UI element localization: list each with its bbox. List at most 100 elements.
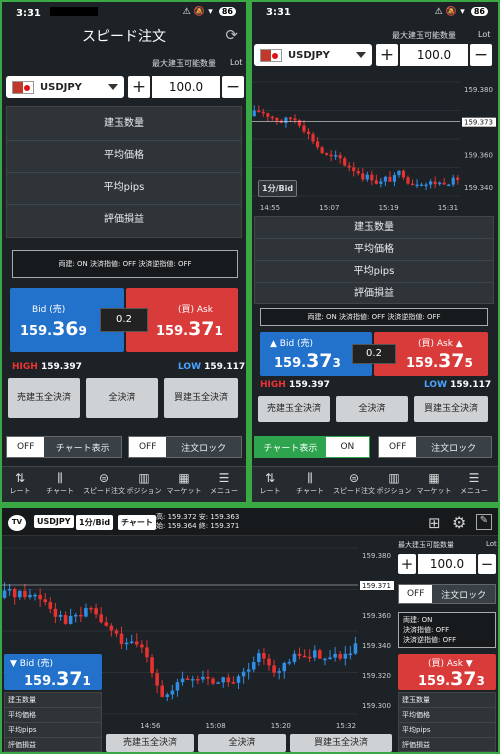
bid-sell-button[interactable]: ▼ Bid (売) 159.371	[4, 654, 102, 690]
settings-gear-icon[interactable]: ⚙	[452, 513, 466, 532]
nav-market[interactable]: ▦ マーケット	[416, 470, 452, 496]
close-all-button[interactable]: 全決済	[86, 378, 158, 418]
candle-body	[442, 182, 446, 185]
chart-display-toggle[interactable]: OFF チャート表示	[6, 436, 122, 458]
summary-row: 平均価格	[7, 145, 241, 173]
candle-body	[190, 679, 195, 681]
nav-market[interactable]: ▦ マーケット	[166, 470, 202, 496]
candle-body	[312, 650, 317, 658]
candle-body	[302, 125, 306, 132]
candle-body	[338, 653, 342, 659]
nav-position[interactable]: ▥ ポジション	[376, 470, 412, 496]
candle-body	[201, 676, 205, 680]
candle-body	[7, 589, 12, 591]
symbol-label: USDJPY	[288, 49, 330, 61]
usdjpy-flag-icon	[260, 48, 282, 62]
candle-body	[73, 614, 78, 617]
order-lock-toggle[interactable]: OFF 注文ロック	[128, 436, 242, 458]
qty-input[interactable]: 100.0	[152, 76, 220, 98]
layout-grid-icon[interactable]: ⊞	[428, 514, 441, 532]
close-all-sell-button[interactable]: 売建玉全決済	[258, 396, 330, 422]
nav-chart[interactable]: ⫼ チャート	[42, 470, 78, 496]
candle-body	[236, 676, 241, 683]
qty-input[interactable]: 100.0	[400, 44, 468, 66]
y-tick-label: 159.371	[362, 582, 391, 590]
chart-menu-button[interactable]: チャート	[118, 515, 156, 530]
x-tick-label: 14:55	[260, 204, 280, 212]
spread-value: 0.2	[352, 344, 396, 364]
y-tick-label: 159.380	[362, 552, 391, 560]
settings-note[interactable]: 両建: ON 決済指値: OFF 決済逆指値: OFF	[12, 250, 238, 278]
qty-minus-button[interactable]: −	[478, 554, 496, 574]
close-all-button[interactable]: 全決済	[198, 734, 286, 752]
status-bar: 3:31 ⚠ 🔕 ▾ 86	[252, 2, 498, 24]
settings-note[interactable]: 両建: ON 決済指値: OFF 決済逆指値: OFF	[260, 308, 488, 326]
settings-note[interactable]: 両建: ON 決済指値: OFF 決済逆指値: OFF	[398, 612, 496, 648]
nav-rate[interactable]: ⇅ レート	[252, 470, 288, 496]
nav-speed-order[interactable]: ⊜ スピード注文	[332, 470, 376, 496]
qty-minus-button[interactable]: −	[222, 76, 244, 98]
close-all-buy-button[interactable]: 買建玉全決済	[414, 396, 488, 422]
nav-speed-order[interactable]: ⊜ スピード注文	[82, 470, 126, 496]
qty-plus-button[interactable]: +	[398, 554, 416, 574]
toggle-state: OFF	[7, 437, 45, 457]
qty-input[interactable]: 100.0	[418, 554, 476, 574]
x-tick-label: 15:20	[271, 722, 291, 730]
summary-row: 評価損益	[8, 741, 36, 749]
nav-menu[interactable]: ☰ メニュー	[456, 470, 492, 496]
ask-label: (買) Ask ▲	[418, 339, 463, 349]
timeframe-select[interactable]: 1分/Bid	[76, 515, 114, 530]
x-tick-label: 14:56	[140, 722, 161, 730]
nav-position[interactable]: ▥ ポジション	[126, 470, 162, 496]
symbol-select[interactable]: USDJPY	[34, 515, 74, 528]
chart-display-toggle[interactable]: チャート表示 ON	[254, 436, 370, 458]
candle-body	[334, 155, 338, 157]
candle-body	[251, 662, 256, 670]
close-all-button[interactable]: 全決済	[336, 396, 408, 422]
left-position-summary: 建玉数量 平均価格 平均pips 評価損益	[4, 692, 102, 752]
candle-body	[145, 647, 149, 658]
ask-price: 159.371	[156, 318, 223, 340]
x-tick-label: 15:32	[336, 722, 356, 730]
order-lock-toggle[interactable]: OFF 注文ロック	[398, 584, 496, 604]
candle-body	[451, 177, 455, 185]
ask-buy-button[interactable]: (買) Ask ▼ 159.373	[398, 654, 496, 690]
candle-body	[114, 630, 119, 634]
qty-minus-button[interactable]: −	[470, 44, 492, 66]
close-all-sell-button[interactable]: 売建玉全決済	[8, 378, 80, 418]
usdjpy-flag-icon	[12, 80, 34, 94]
close-all-sell-button[interactable]: 売建玉全決済	[106, 734, 194, 752]
qty-plus-button[interactable]: +	[376, 44, 398, 66]
speed-order-icon: ⊜	[348, 471, 360, 485]
ask-label: (買) Ask	[178, 305, 213, 315]
candle-body	[68, 615, 73, 624]
candle-body	[252, 110, 256, 117]
candle-body	[410, 183, 415, 186]
symbol-select[interactable]: USDJPY	[254, 44, 372, 66]
candle-body	[361, 173, 365, 180]
summary-row: 平均pips	[399, 723, 495, 738]
nav-menu[interactable]: ☰ メニュー	[206, 470, 242, 496]
candle-body	[329, 154, 333, 157]
menu-icon: ☰	[218, 471, 230, 485]
timeframe-select[interactable]: 1分/Bid	[258, 180, 298, 197]
close-all-buy-button[interactable]: 買建玉全決済	[164, 378, 238, 418]
candle-body	[388, 176, 392, 182]
summary-row: 平均価格	[399, 708, 495, 723]
qty-plus-button[interactable]: +	[128, 76, 150, 98]
close-all-buy-button[interactable]: 買建玉全決済	[290, 734, 392, 752]
nav-rate[interactable]: ⇅ レート	[2, 470, 38, 496]
high-price: HIGH 159.397	[12, 362, 82, 372]
speed-order-chart-screen: 3:31 ⚠ 🔕 ▾ 86 最大建玉可能数量 Lot USDJPY + 100.…	[252, 2, 498, 502]
candle-body	[272, 665, 276, 673]
symbol-label: USDJPY	[40, 81, 82, 93]
status-time: 3:31	[16, 8, 41, 19]
order-lock-toggle[interactable]: OFF 注文ロック	[378, 436, 492, 458]
symbol-select[interactable]: USDJPY	[6, 76, 124, 98]
toggle-label: チャート表示	[44, 437, 121, 457]
nav-chart[interactable]: ⫼ チャート	[292, 470, 328, 496]
tradingview-logo-icon: TV	[8, 515, 26, 531]
edit-pen-icon[interactable]: ✎	[476, 514, 492, 530]
refresh-icon[interactable]: ⟳	[225, 26, 238, 44]
candle-body	[18, 590, 22, 598]
